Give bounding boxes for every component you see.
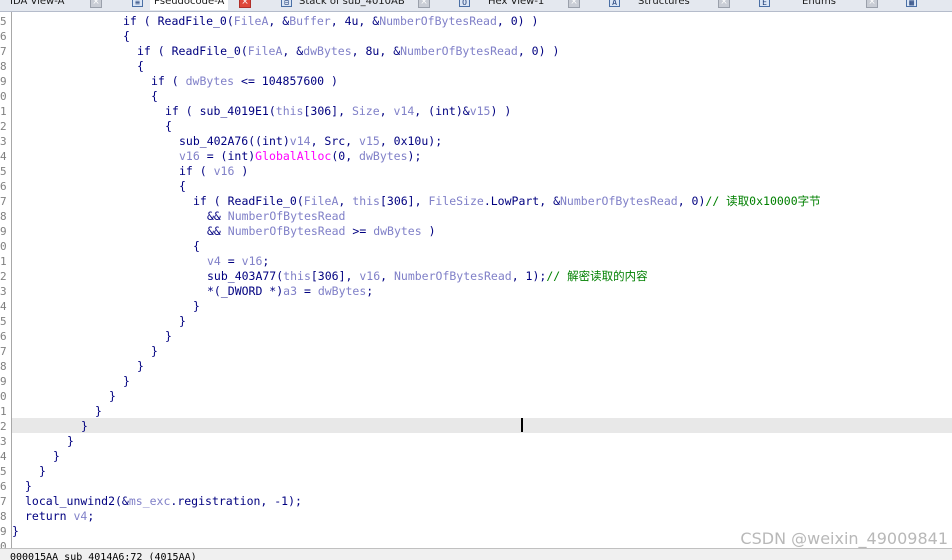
code-line[interactable]: if ( ReadFile_0(FileA, this[306], FileSi… (193, 194, 821, 209)
line-number: 7 (0, 495, 7, 508)
line-number: 1 (0, 405, 7, 418)
close-icon[interactable]: × (866, 0, 878, 8)
close-icon[interactable]: × (718, 0, 730, 8)
tab-enums[interactable]: Enums (802, 0, 836, 10)
code-line[interactable]: if ( ReadFile_0(FileA, &Buffer, 4u, &Num… (123, 14, 538, 29)
code-line[interactable]: sub_403A77(this[306], v16, NumberOfBytes… (207, 269, 648, 284)
tab-hex-view[interactable]: Hex View-1 (488, 0, 544, 10)
tab-pseudocode[interactable]: Pseudocode-A (150, 0, 229, 10)
code-line[interactable]: if ( dwBytes <= 104857600 ) (151, 74, 338, 89)
code-line[interactable]: } (165, 329, 172, 344)
line-number: 1 (0, 255, 7, 268)
code-line[interactable]: if ( ReadFile_0(FileA, &dwBytes, 8u, &Nu… (137, 44, 559, 59)
code-line[interactable]: } (95, 404, 102, 419)
code-line[interactable]: return v4; (25, 509, 94, 524)
code-comment: // 读取0x10000字节 (705, 194, 821, 208)
line-number: 7 (0, 345, 7, 358)
line-number: 6 (0, 330, 7, 343)
close-icon[interactable]: × (568, 0, 580, 8)
line-number: 3 (0, 285, 7, 298)
current-line-highlight (12, 418, 952, 433)
code-line[interactable]: } (81, 419, 88, 434)
line-number: 1 (0, 105, 7, 118)
line-number: 9 (0, 375, 7, 388)
tab-bar: IDA View-A × ≡ Pseudocode-A × ⊟ Stack of… (0, 0, 952, 12)
line-number: 7 (0, 195, 7, 208)
code-line[interactable]: } (193, 299, 200, 314)
line-number: 9 (0, 525, 7, 538)
line-number: 2 (0, 270, 7, 283)
code-line[interactable]: if ( sub_4019E1(this[306], Size, v14, (i… (165, 104, 511, 119)
code-line[interactable]: { (179, 179, 186, 194)
line-number: 7 (0, 45, 7, 58)
watermark: CSDN @weixin_49009841 (740, 529, 948, 548)
line-number: 8 (0, 360, 7, 373)
code-line[interactable]: { (165, 119, 172, 134)
line-number: 9 (0, 75, 7, 88)
code-line[interactable]: } (151, 344, 158, 359)
line-number: 5 (0, 315, 7, 328)
close-icon[interactable]: × (90, 0, 102, 8)
code-line[interactable]: } (123, 374, 130, 389)
code-line[interactable]: } (39, 464, 46, 479)
pseudocode-icon: ≡ (132, 0, 143, 7)
line-number: 2 (0, 420, 7, 433)
line-number: 6 (0, 480, 7, 493)
hex-view-icon: O (459, 0, 470, 7)
tab-structures[interactable]: Structures (638, 0, 690, 10)
line-number: 4 (0, 150, 7, 163)
code-line[interactable]: { (123, 29, 130, 44)
line-number: 0 (0, 540, 7, 548)
code-line[interactable]: } (53, 449, 60, 464)
line-number: 9 (0, 225, 7, 238)
line-number: 5 (0, 465, 7, 478)
line-number: 8 (0, 210, 7, 223)
code-line[interactable]: sub_402A76((int)v14, Src, v15, 0x10u); (179, 134, 442, 149)
code-line[interactable]: } (67, 434, 74, 449)
line-number: 0 (0, 390, 7, 403)
line-number: 0 (0, 90, 7, 103)
code-line[interactable]: } (12, 524, 19, 539)
text-caret (521, 418, 523, 432)
line-number: 6 (0, 180, 7, 193)
line-number: 6 (0, 30, 7, 43)
code-line[interactable]: } (179, 314, 186, 329)
line-number: 8 (0, 510, 7, 523)
enums-icon: E (759, 0, 770, 7)
code-line[interactable]: && NumberOfBytesRead (207, 209, 345, 224)
structures-icon: A (609, 0, 620, 7)
stack-icon: ⊟ (281, 0, 292, 7)
code-line[interactable]: *(_DWORD *)a3 = dwBytes; (207, 284, 373, 299)
code-line[interactable]: v4 = v16; (207, 254, 269, 269)
line-number: 5 (0, 165, 7, 178)
line-number: 8 (0, 60, 7, 73)
code-line[interactable]: { (193, 239, 200, 254)
code-line[interactable]: } (25, 479, 32, 494)
code-line[interactable]: if ( v16 ) (179, 164, 248, 179)
pseudocode-view[interactable]: if ( ReadFile_0(FileA, &Buffer, 4u, &Num… (12, 12, 952, 548)
line-number-gutter: 5 6 7 8 9 0 1 2 3 4 5 6 7 8 9 0 1 2 3 4 5 6 7 8 9 0 1 2 3 4 5 6 7 8 9 0 (0, 12, 12, 548)
line-number: 0 (0, 240, 7, 253)
line-number: 4 (0, 450, 7, 463)
line-number: 5 (0, 15, 7, 28)
code-line[interactable]: } (137, 359, 144, 374)
line-number: 3 (0, 435, 7, 448)
code-line[interactable]: local_unwind2(&ms_exc.registration, -1); (25, 494, 302, 509)
tab-stack[interactable]: Stack of sub_4010AB (299, 0, 405, 10)
code-comment: // 解密读取的内容 (546, 269, 648, 283)
code-line[interactable]: v16 = (int)GlobalAlloc(0, dwBytes); (179, 149, 421, 164)
close-icon[interactable]: × (418, 0, 430, 8)
line-number: 2 (0, 120, 7, 133)
status-bar: 000015AA sub_4014A6:72 (4015AA) (0, 548, 952, 560)
code-line[interactable]: } (109, 389, 116, 404)
line-number: 4 (0, 300, 7, 313)
code-line[interactable]: && NumberOfBytesRead >= dwBytes ) (207, 224, 436, 239)
imports-icon: ▦ (906, 0, 917, 7)
tab-ida-view[interactable]: IDA View-A (10, 0, 64, 10)
line-number: 3 (0, 135, 7, 148)
close-icon[interactable]: × (239, 0, 251, 8)
code-line[interactable]: { (137, 59, 144, 74)
code-line[interactable]: { (151, 89, 158, 104)
